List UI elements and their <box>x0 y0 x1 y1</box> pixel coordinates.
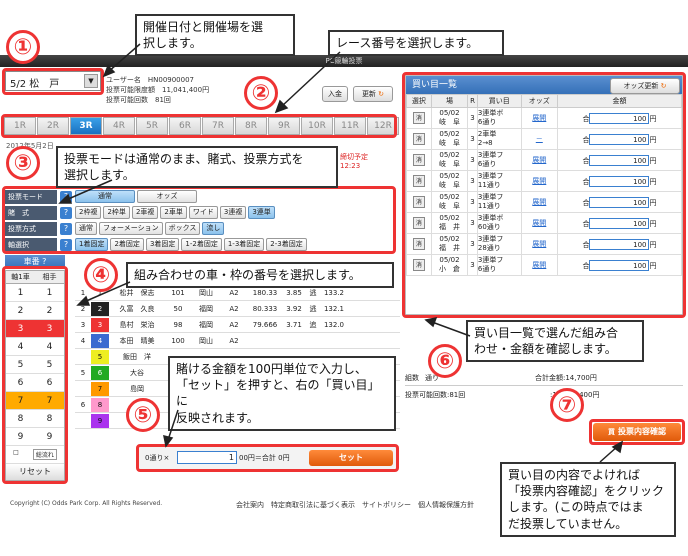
callout-arrows <box>58 43 624 463</box>
